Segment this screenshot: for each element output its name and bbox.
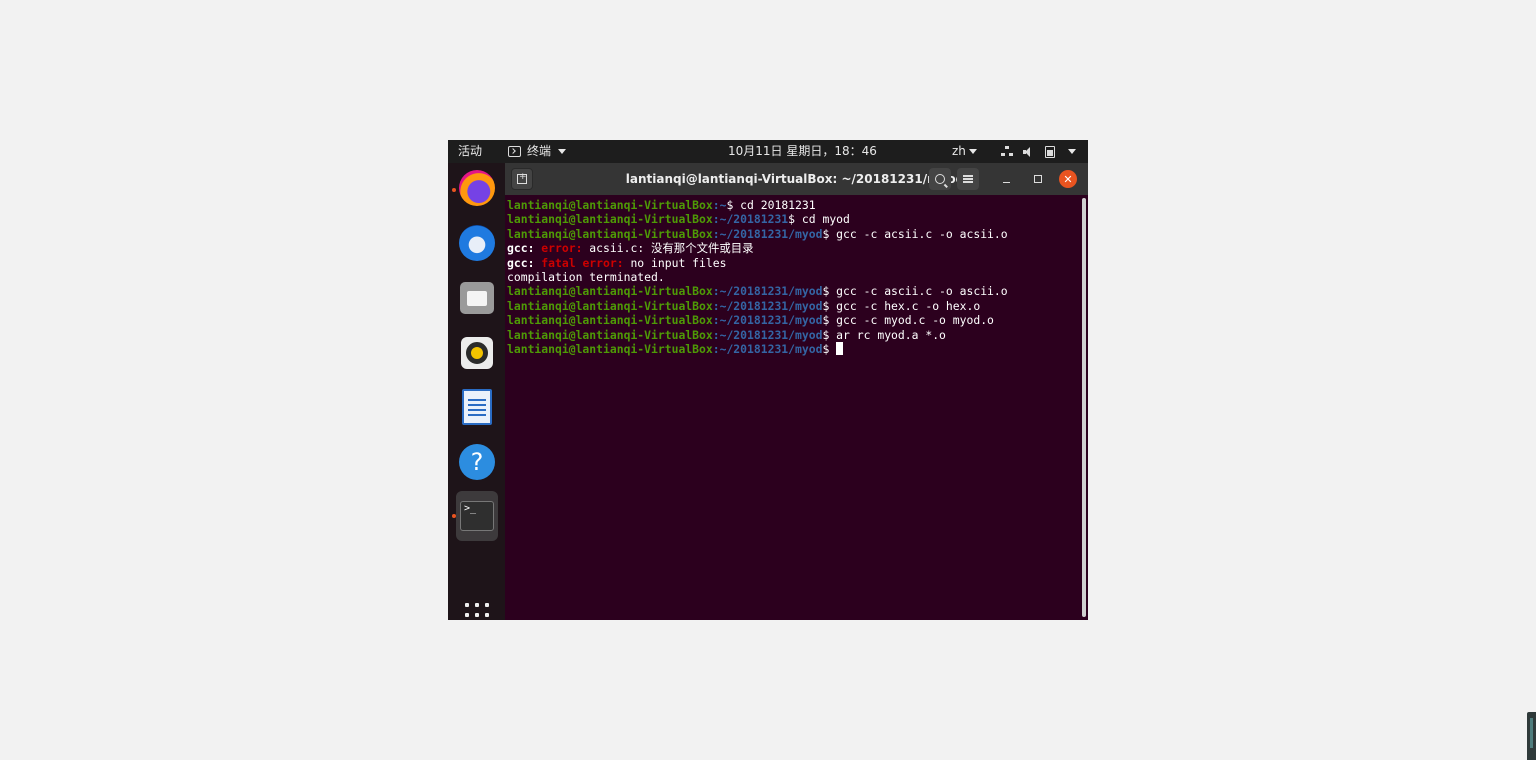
dock-rhythmbox[interactable] [456, 332, 498, 374]
prompt-path: :~/20181231/myod [712, 342, 823, 357]
command-text: $ [822, 342, 837, 357]
dock-firefox[interactable] [456, 167, 498, 209]
terminal-line: lantianqi@lantianqi-VirtualBox:~/2018123… [507, 313, 1008, 327]
host-taskbar-corner [1527, 712, 1536, 760]
search-button[interactable] [929, 168, 951, 190]
caret-down-icon [1068, 149, 1076, 154]
new-tab-button[interactable] [511, 168, 533, 190]
caret-down-icon [968, 149, 977, 154]
window-title: lantianqi@lantianqi-VirtualBox: ~/201812… [625, 172, 965, 186]
terminal-line: lantianqi@lantianqi-VirtualBox:~/2018123… [507, 342, 1008, 356]
terminal-line: lantianqi@lantianqi-VirtualBox:~$ cd 201… [507, 198, 1008, 212]
clock[interactable]: 10月11日 星期日，18：46 [728, 140, 877, 163]
dock-libreoffice-writer[interactable] [456, 386, 498, 428]
dock-help[interactable]: ? [456, 441, 498, 483]
prompt-user-host: lantianqi@lantianqi-VirtualBox [507, 298, 713, 313]
terminal-small-icon [508, 146, 521, 157]
prompt-user-host: lantianqi@lantianqi-VirtualBox [507, 226, 713, 241]
network-icon [1001, 146, 1013, 157]
battery-icon [1045, 145, 1055, 158]
error-kind: error: [534, 241, 583, 256]
terminal-line: compilation terminated. [507, 270, 1008, 284]
error-message: no input files [623, 255, 727, 270]
prompt-path: :~/20181231/myod [712, 298, 823, 313]
dock-thunderbird[interactable] [456, 222, 498, 264]
hamburger-icon [963, 178, 973, 180]
thunderbird-icon [459, 225, 495, 261]
writer-icon [462, 389, 492, 425]
terminal-line: gcc: fatal error: no input files [507, 256, 1008, 270]
input-method-label: zh [952, 144, 966, 158]
prompt-user-host: lantianqi@lantianqi-VirtualBox [507, 313, 713, 328]
terminal-line: lantianqi@lantianqi-VirtualBox:~/2018123… [507, 227, 1008, 241]
close-button[interactable]: ✕ [1059, 170, 1077, 188]
new-tab-icon [517, 172, 527, 184]
terminal-line: lantianqi@lantianqi-VirtualBox:~/2018123… [507, 212, 1008, 226]
app-menu-label: 终端 [527, 144, 552, 158]
command-text: $ cd myod [788, 212, 850, 227]
terminal-line: lantianqi@lantianqi-VirtualBox:~/2018123… [507, 328, 1008, 342]
terminal-icon: >_ [460, 501, 494, 531]
command-text: $ gcc -c ascii.c -o ascii.o [822, 284, 1008, 299]
close-icon: ✕ [1063, 172, 1073, 186]
error-message: acsii.c: 没有那个文件或目录 [582, 241, 754, 256]
command-text: $ gcc -c myod.c -o myod.o [822, 313, 994, 328]
prompt-path: :~/20181231/myod [712, 327, 823, 342]
prompt-user-host: lantianqi@lantianqi-VirtualBox [507, 327, 713, 342]
show-applications-icon[interactable] [465, 603, 489, 620]
menu-button[interactable] [957, 168, 979, 190]
terminal-line: gcc: error: acsii.c: 没有那个文件或目录 [507, 241, 1008, 255]
terminal-output[interactable]: lantianqi@lantianqi-VirtualBox:~$ cd 201… [505, 195, 1088, 620]
error-kind: fatal error: [534, 255, 624, 270]
scrollbar[interactable] [1082, 198, 1086, 617]
command-text: $ gcc -c acsii.c -o acsii.o [822, 226, 1008, 241]
prompt-path: :~/20181231 [712, 212, 789, 227]
app-menu-button[interactable]: 终端 [508, 140, 567, 163]
prompt-path: :~/20181231/myod [712, 226, 823, 241]
prompt-user-host: lantianqi@lantianqi-VirtualBox [507, 284, 713, 299]
top-bar: 活动 终端 10月11日 星期日，18：46 zh [448, 140, 1088, 163]
terminal-lines: lantianqi@lantianqi-VirtualBox:~$ cd 201… [507, 198, 1008, 356]
terminal-line: lantianqi@lantianqi-VirtualBox:~/2018123… [507, 284, 1008, 298]
help-icon: ? [459, 444, 495, 480]
gcc-prefix: gcc: [507, 255, 535, 270]
maximize-icon [1034, 175, 1042, 183]
dock-files[interactable] [456, 277, 498, 319]
minimize-button[interactable] [995, 168, 1017, 190]
rhythmbox-icon [461, 337, 493, 369]
search-icon [935, 174, 945, 184]
firefox-icon [459, 170, 495, 206]
input-method-button[interactable]: zh [952, 140, 977, 163]
system-menu-button[interactable] [1001, 140, 1076, 163]
terminal-line: lantianqi@lantianqi-VirtualBox:~/2018123… [507, 299, 1008, 313]
terminal-headerbar: lantianqi@lantianqi-VirtualBox: ~/201812… [505, 163, 1088, 195]
prompt-path: :~ [712, 198, 727, 212]
output-text: compilation terminated. [507, 270, 665, 285]
command-text: $ gcc -c hex.c -o hex.o [822, 298, 981, 313]
dock: ? >_ [448, 163, 505, 620]
command-text: $ ar rc myod.a *.o [822, 327, 946, 342]
command-text: $ cd 20181231 [726, 198, 816, 212]
prompt-user-host: lantianqi@lantianqi-VirtualBox [507, 342, 713, 357]
vm-screen: 活动 终端 10月11日 星期日，18：46 zh ? >_ + lantian… [448, 140, 1088, 620]
caret-down-icon [558, 149, 567, 154]
gcc-prefix: gcc: [507, 241, 535, 256]
prompt-path: :~/20181231/myod [712, 313, 823, 328]
prompt-path: :~/20181231/myod [712, 284, 823, 299]
dock-terminal[interactable]: >_ [456, 491, 498, 541]
prompt-user-host: lantianqi@lantianqi-VirtualBox [507, 212, 713, 227]
terminal-window: lantianqi@lantianqi-VirtualBox: ~/201812… [505, 163, 1088, 620]
minimize-icon [1002, 181, 1010, 183]
text-cursor [836, 342, 844, 356]
maximize-button[interactable] [1027, 168, 1049, 190]
files-icon [460, 282, 494, 314]
volume-icon [1023, 146, 1035, 157]
prompt-user-host: lantianqi@lantianqi-VirtualBox [507, 198, 713, 212]
activities-button[interactable]: 活动 [458, 140, 482, 163]
